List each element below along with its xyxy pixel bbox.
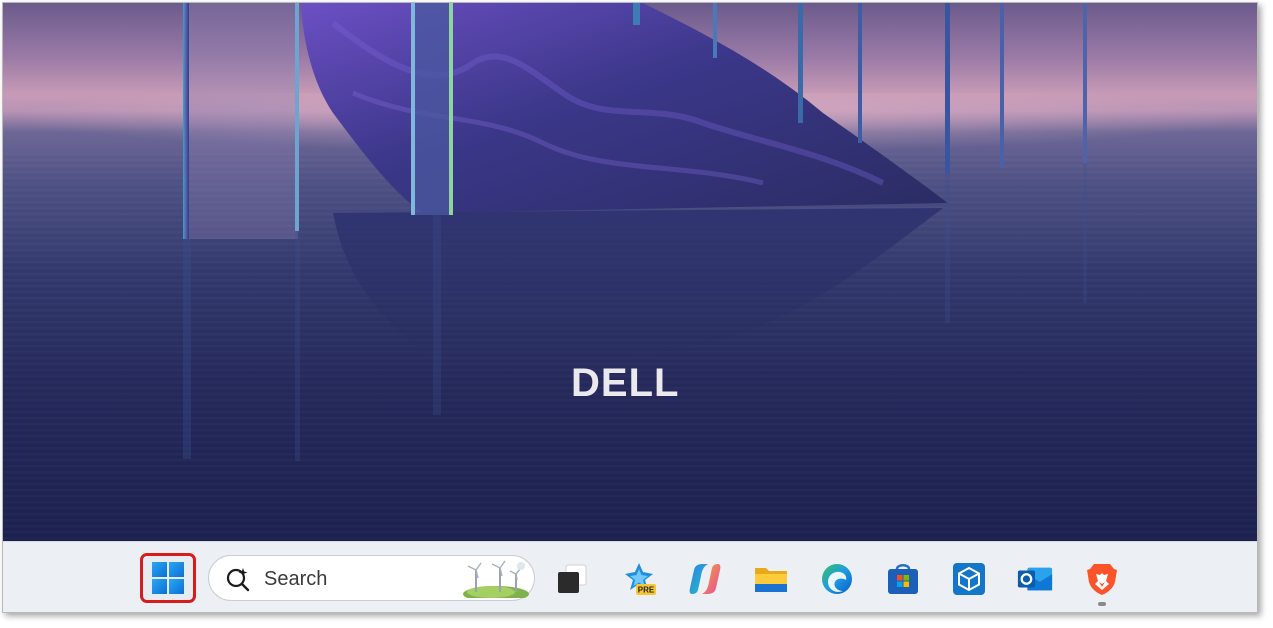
copilot-preview-button[interactable]: PRE (620, 560, 658, 598)
task-view-icon (558, 564, 587, 593)
outlook-button[interactable] (1016, 560, 1054, 598)
store-icon (888, 564, 918, 594)
search-sparkle-icon (226, 568, 250, 592)
svg-text:PRE: PRE (638, 586, 655, 595)
search-placeholder: Search (264, 568, 328, 590)
search-highlight-art (463, 560, 529, 598)
rock-and-pillars-art (183, 3, 1087, 461)
folder-icon (755, 568, 787, 592)
taskbar: Search PRE (3, 541, 1257, 612)
desktop-wallpaper: DELL (3, 3, 1257, 541)
windows-logo-icon (152, 562, 184, 594)
file-explorer-button[interactable] (752, 560, 790, 598)
brave-lion-icon (1087, 564, 1117, 595)
copilot-pre-icon: PRE (625, 563, 656, 595)
screenshot-frame: DELL Search PRE (2, 2, 1258, 613)
dev-home-button[interactable] (950, 560, 988, 598)
edge-button[interactable] (818, 560, 856, 598)
dell-logo: DELL (571, 361, 680, 405)
outlook-icon (1017, 567, 1053, 591)
brave-running-indicator (1098, 602, 1106, 606)
copilot-icon (689, 564, 721, 594)
task-view-button[interactable] (553, 560, 591, 598)
search-box[interactable]: Search (208, 555, 535, 601)
microsoft-store-button[interactable] (884, 560, 922, 598)
copilot-button[interactable] (686, 560, 724, 598)
start-button[interactable] (140, 553, 196, 603)
edge-icon (822, 564, 852, 594)
brave-button[interactable] (1083, 560, 1121, 598)
cube-icon (953, 563, 985, 595)
